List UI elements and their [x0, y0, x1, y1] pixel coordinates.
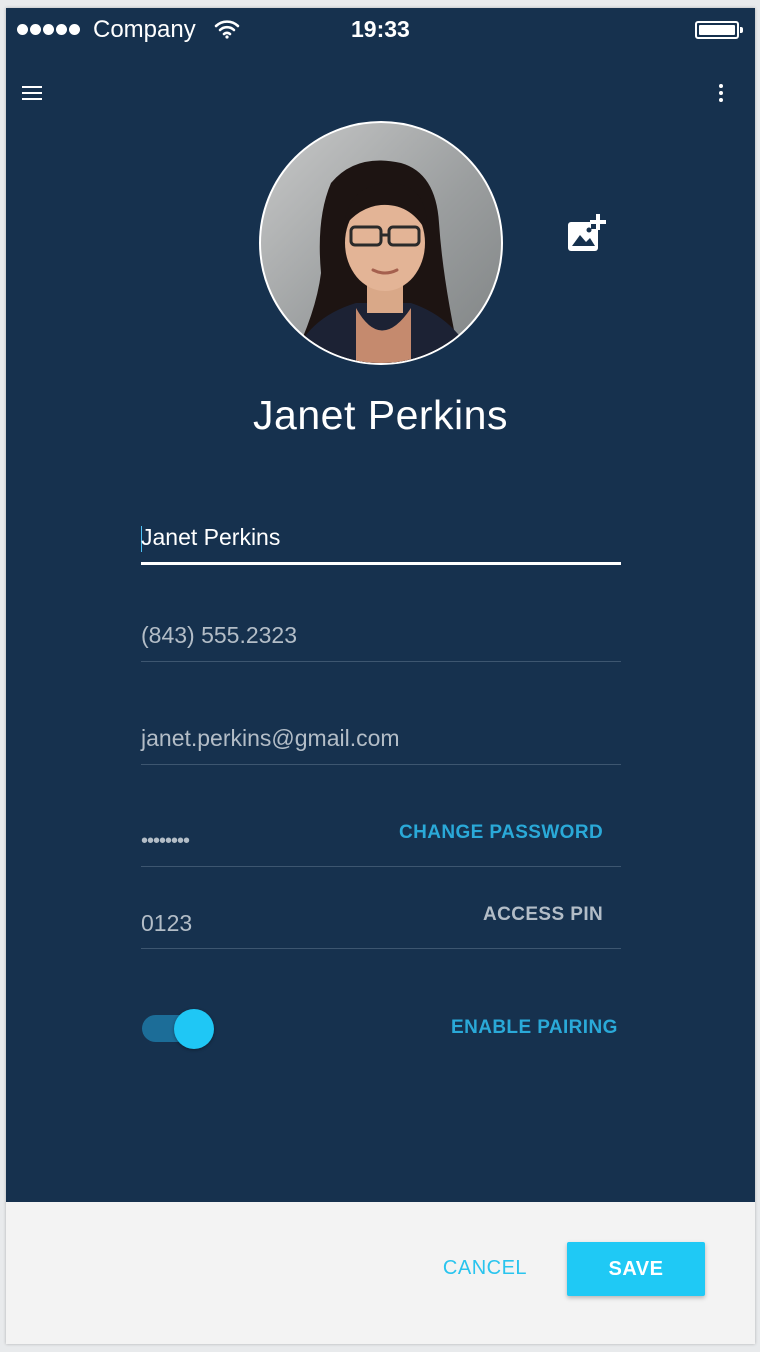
email-field-underline — [141, 764, 621, 765]
phone-field-underline — [141, 661, 621, 662]
battery-icon — [695, 21, 743, 39]
email-input-value[interactable]: janet.perkins@gmail.com — [141, 725, 400, 752]
enable-pairing-toggle[interactable] — [142, 1009, 216, 1049]
add-photo-icon[interactable] — [567, 213, 607, 253]
hamburger-menu-icon[interactable] — [22, 86, 42, 102]
password-field[interactable]: •••••••• CHANGE PASSWORD — [141, 820, 621, 868]
access-pin-label: ACCESS PIN — [483, 904, 604, 925]
name-field[interactable]: Janet Perkins — [141, 524, 621, 566]
change-password-link[interactable]: CHANGE PASSWORD — [399, 822, 603, 844]
save-button[interactable]: SAVE — [567, 1242, 705, 1296]
phone-field[interactable]: (843) 555.2323 — [141, 622, 621, 662]
password-input-value[interactable]: •••••••• — [141, 830, 190, 853]
cancel-button[interactable]: CANCEL — [430, 1249, 540, 1287]
password-field-underline — [141, 866, 621, 867]
name-input-value[interactable]: Janet Perkins — [141, 524, 280, 551]
toggle-thumb — [174, 1009, 214, 1049]
profile-screen: Company 19:33 Janet Perkins Janet Perkin… — [6, 8, 755, 1202]
profile-photo — [291, 160, 476, 363]
access-pin-input-value[interactable]: 0123 — [141, 910, 192, 937]
phone-frame: Company 19:33 Janet Perkins Janet Perkin… — [6, 8, 755, 1344]
profile-display-name: Janet Perkins — [253, 392, 508, 438]
email-field[interactable]: janet.perkins@gmail.com — [141, 725, 621, 765]
phone-input-value[interactable]: (843) 555.2323 — [141, 622, 297, 649]
enable-pairing-label[interactable]: ENABLE PAIRING — [451, 1017, 618, 1039]
status-bar: Company 19:33 — [6, 8, 755, 52]
carrier-name: Company — [93, 16, 196, 43]
status-time: 19:33 — [351, 16, 410, 42]
wifi-icon — [214, 19, 240, 44]
more-vertical-icon[interactable] — [715, 84, 727, 104]
avatar — [259, 121, 503, 365]
access-pin-field[interactable]: 0123 ACCESS PIN — [141, 902, 621, 950]
signal-strength-icon — [17, 24, 82, 42]
action-footer: CANCEL SAVE — [6, 1202, 755, 1344]
name-field-underline — [141, 562, 621, 565]
access-pin-field-underline — [141, 948, 621, 949]
